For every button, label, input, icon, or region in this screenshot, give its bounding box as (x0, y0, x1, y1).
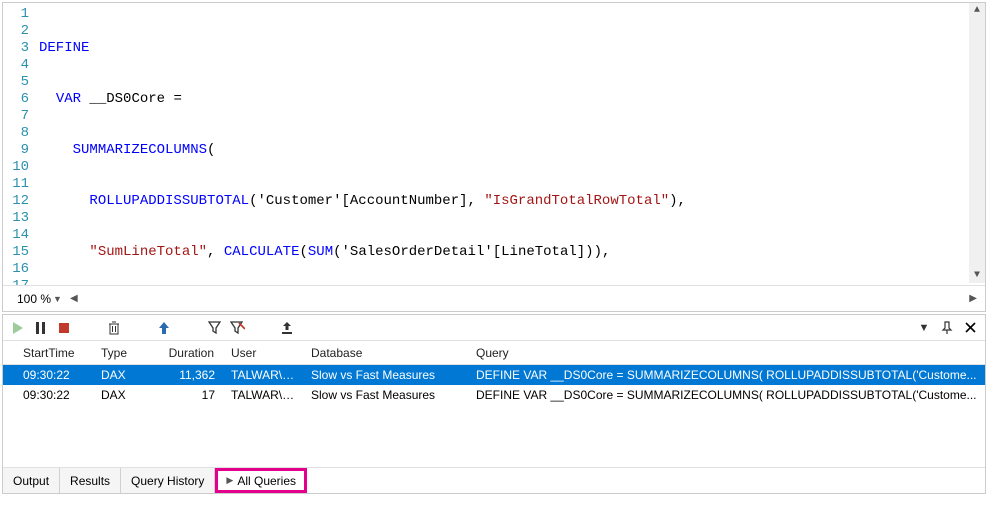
tab-output[interactable]: Output (3, 468, 60, 493)
results-tabs: Output Results Query History ▶All Querie… (3, 467, 985, 493)
vertical-scrollbar[interactable]: ▲ ▼ (969, 3, 985, 283)
horizontal-scrollbar[interactable]: ◀ ▶ (62, 293, 985, 304)
results-panel: ▼ StartTime Type Duration User Database … (2, 314, 986, 494)
scroll-down-arrow-icon[interactable]: ▼ (972, 268, 982, 283)
tab-results[interactable]: Results (60, 468, 121, 493)
arrow-up-button[interactable] (155, 319, 173, 337)
pin-icon[interactable] (938, 319, 956, 337)
col-header-type[interactable]: Type (93, 346, 148, 360)
filter-button[interactable] (205, 319, 223, 337)
grid-header-row: StartTime Type Duration User Database Qu… (3, 341, 985, 365)
col-header-query[interactable]: Query (468, 346, 985, 360)
grid-row[interactable]: 09:30:22 DAX 11,362 TALWAR\b... Slow vs … (3, 365, 985, 385)
close-icon[interactable] (961, 319, 979, 337)
col-header-database[interactable]: Database (303, 346, 468, 360)
code-text-area[interactable]: DEFINE VAR __DS0Core = SUMMARIZECOLUMNS(… (33, 3, 985, 285)
export-button[interactable] (278, 319, 296, 337)
pause-button[interactable] (32, 319, 50, 337)
options-chevron-icon[interactable]: ▼ (915, 319, 933, 337)
delete-trash-button[interactable] (105, 319, 123, 337)
scroll-right-arrow-icon[interactable]: ▶ (969, 293, 977, 304)
zoom-level-label: 100 % (17, 292, 51, 306)
line-number-gutter: 1234567891011121314151617 (3, 3, 33, 285)
play-triangle-icon: ▶ (226, 475, 233, 486)
col-header-duration[interactable]: Duration (148, 346, 223, 360)
play-button[interactable] (9, 319, 27, 337)
grid-row[interactable]: 09:30:22 DAX 17 TALWAR\b... Slow vs Fast… (3, 385, 985, 405)
scroll-up-arrow-icon[interactable]: ▲ (972, 3, 982, 18)
grid-body[interactable]: 09:30:22 DAX 11,362 TALWAR\b... Slow vs … (3, 365, 985, 467)
clear-filter-button[interactable] (228, 319, 246, 337)
col-header-starttime[interactable]: StartTime (3, 346, 93, 360)
code-editor-panel: 1234567891011121314151617 DEFINE VAR __D… (2, 2, 986, 312)
results-toolbar: ▼ (3, 315, 985, 341)
col-header-user[interactable]: User (223, 346, 303, 360)
tab-query-history[interactable]: Query History (121, 468, 215, 493)
tab-all-queries[interactable]: ▶All Queries (215, 468, 307, 493)
chevron-down-icon: ▼ (53, 294, 62, 304)
stop-button[interactable] (55, 319, 73, 337)
zoom-dropdown[interactable]: 100 % ▼ (17, 292, 62, 306)
scroll-left-arrow-icon[interactable]: ◀ (70, 293, 78, 304)
